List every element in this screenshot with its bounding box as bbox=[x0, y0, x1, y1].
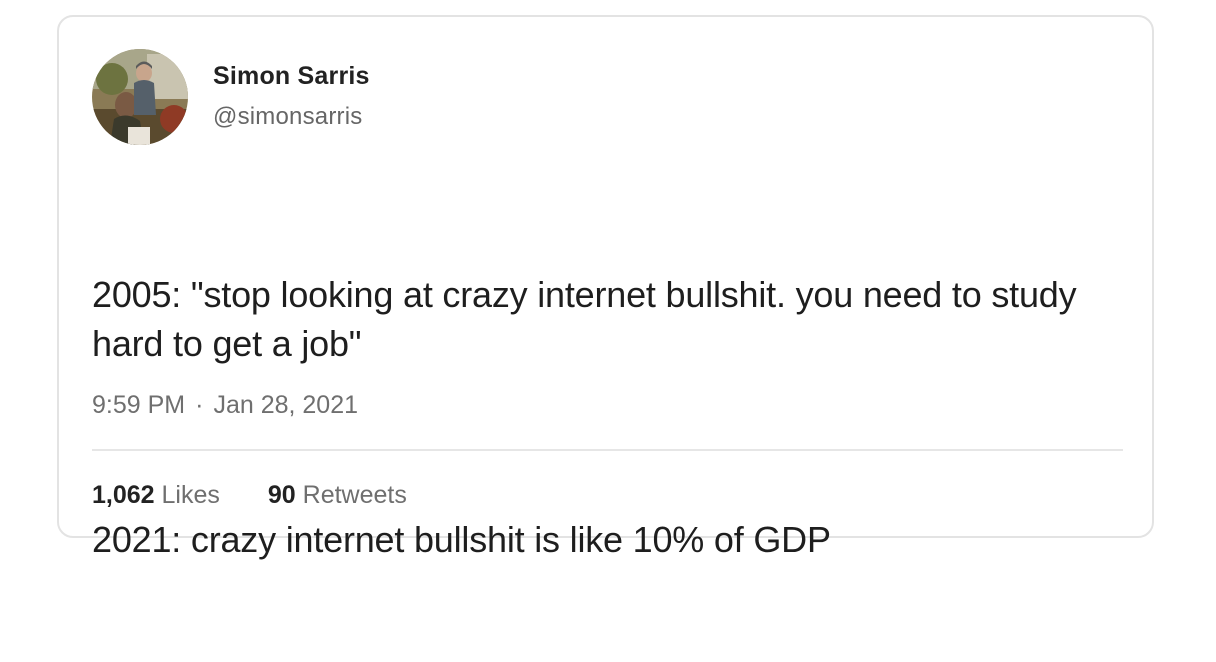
timestamp[interactable]: 9:59 PM · Jan 28, 2021 bbox=[92, 391, 358, 420]
display-name[interactable]: Simon Sarris bbox=[213, 62, 370, 91]
retweets-label: Retweets bbox=[302, 481, 407, 509]
divider bbox=[92, 449, 1123, 451]
tweet-time: 9:59 PM bbox=[92, 391, 186, 419]
engagement-stats: 1,062 Likes 90 Retweets bbox=[92, 481, 407, 510]
likes-stat[interactable]: 1,062 Likes bbox=[92, 481, 220, 510]
tweet-date: Jan 28, 2021 bbox=[213, 391, 359, 419]
tweet-card: Simon Sarris @simonsarris 2005: "stop lo… bbox=[57, 15, 1154, 560]
avatar[interactable] bbox=[92, 49, 188, 145]
retweets-stat[interactable]: 90 Retweets bbox=[268, 481, 407, 510]
likes-label: Likes bbox=[161, 481, 220, 509]
separator-dot: · bbox=[195, 391, 204, 419]
retweets-count: 90 bbox=[267, 481, 296, 509]
tweet-paragraph-2: 2021: crazy internet bullshit is like 10… bbox=[92, 519, 831, 560]
likes-count: 1,062 bbox=[92, 481, 155, 509]
handle[interactable]: @simonsarris bbox=[213, 103, 362, 131]
tweet-paragraph-1: 2005: "stop looking at crazy internet bu… bbox=[92, 274, 1087, 364]
avatar-photo-icon bbox=[92, 49, 188, 145]
